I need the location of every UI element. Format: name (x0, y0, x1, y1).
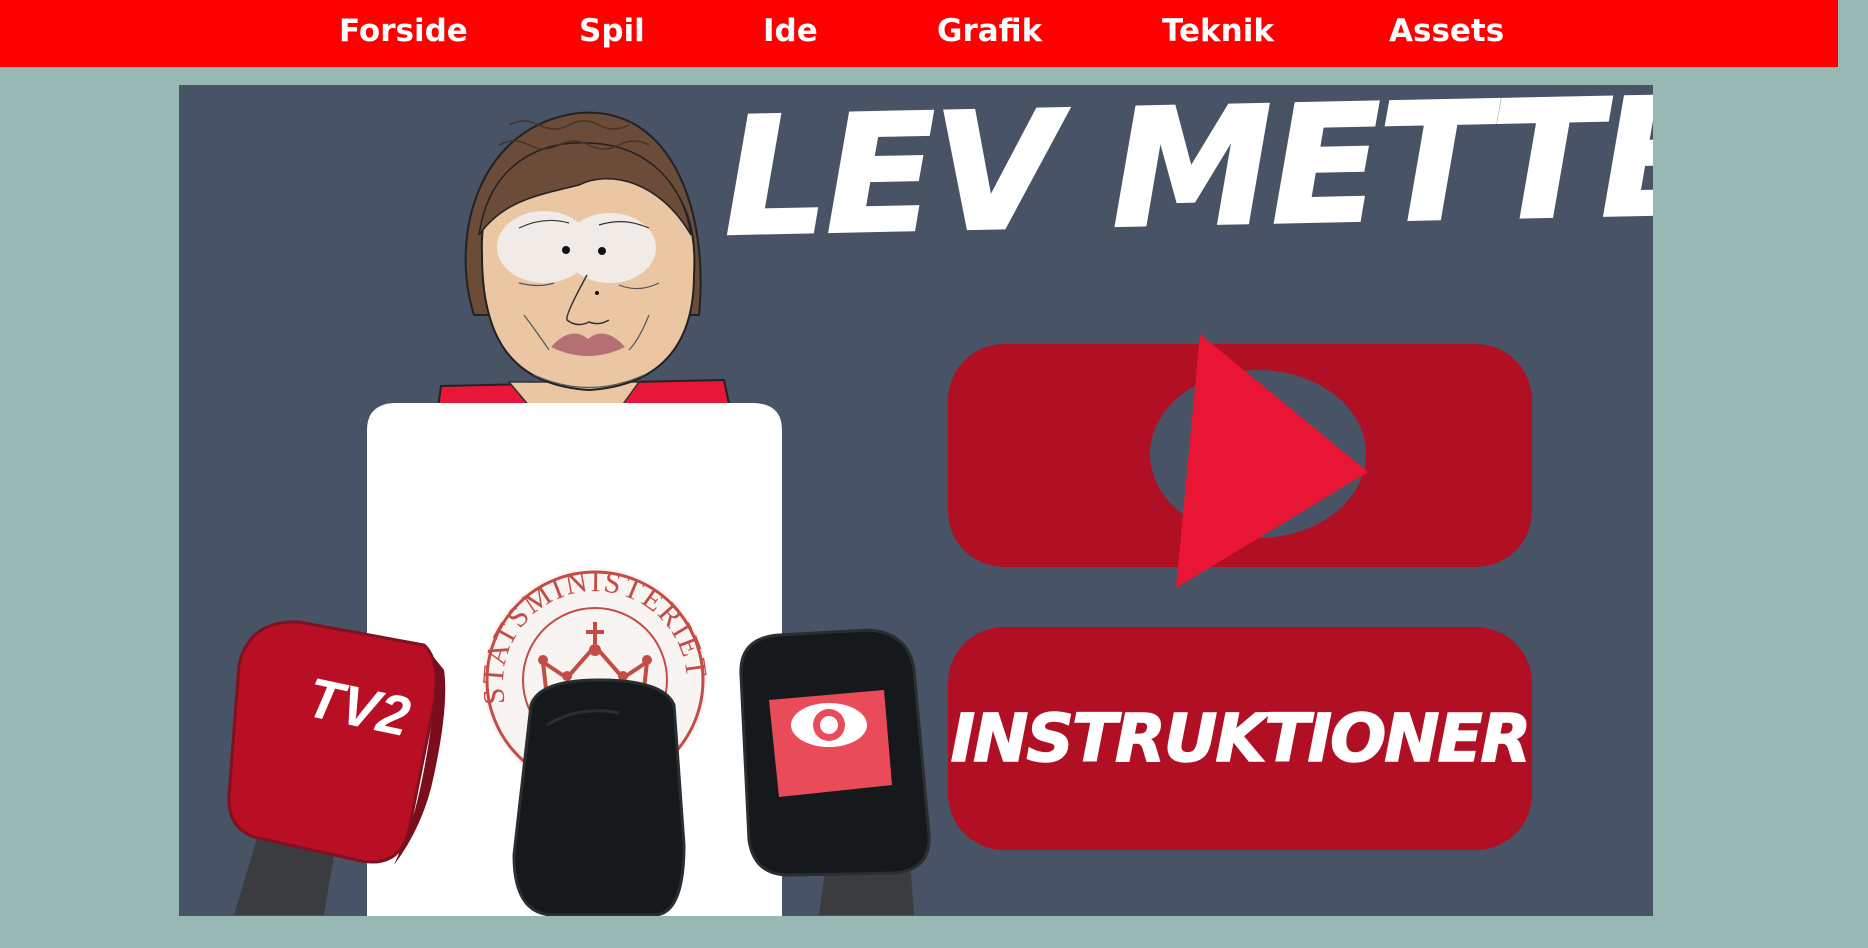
play-button[interactable] (948, 334, 1532, 588)
instructions-button[interactable]: INSTRUKTIONER (948, 627, 1532, 850)
nav-link-grafik[interactable]: Grafik (937, 8, 1042, 54)
center-microphone (512, 678, 686, 916)
character-right-eye (564, 213, 656, 283)
eye-logo-microphone (739, 628, 931, 915)
nav-link-forside[interactable]: Forside (339, 8, 468, 54)
instructions-button-label: INSTRUKTIONER (950, 699, 1532, 778)
top-nav-bar: Forside Spil Ide Grafik Teknik Assets (0, 0, 1838, 67)
nav-link-ide[interactable]: Ide (763, 8, 818, 54)
game-title: LEV METTE! (721, 85, 1653, 274)
play-triangle-icon (1150, 334, 1368, 588)
nav-link-teknik[interactable]: Teknik (1162, 8, 1274, 54)
nav-link-spil[interactable]: Spil (579, 8, 645, 54)
game-canvas[interactable]: STATSMINISTERIET TV2 LEV METTE! INSTRUKT… (179, 85, 1653, 916)
nav-link-assets[interactable]: Assets (1389, 8, 1504, 54)
